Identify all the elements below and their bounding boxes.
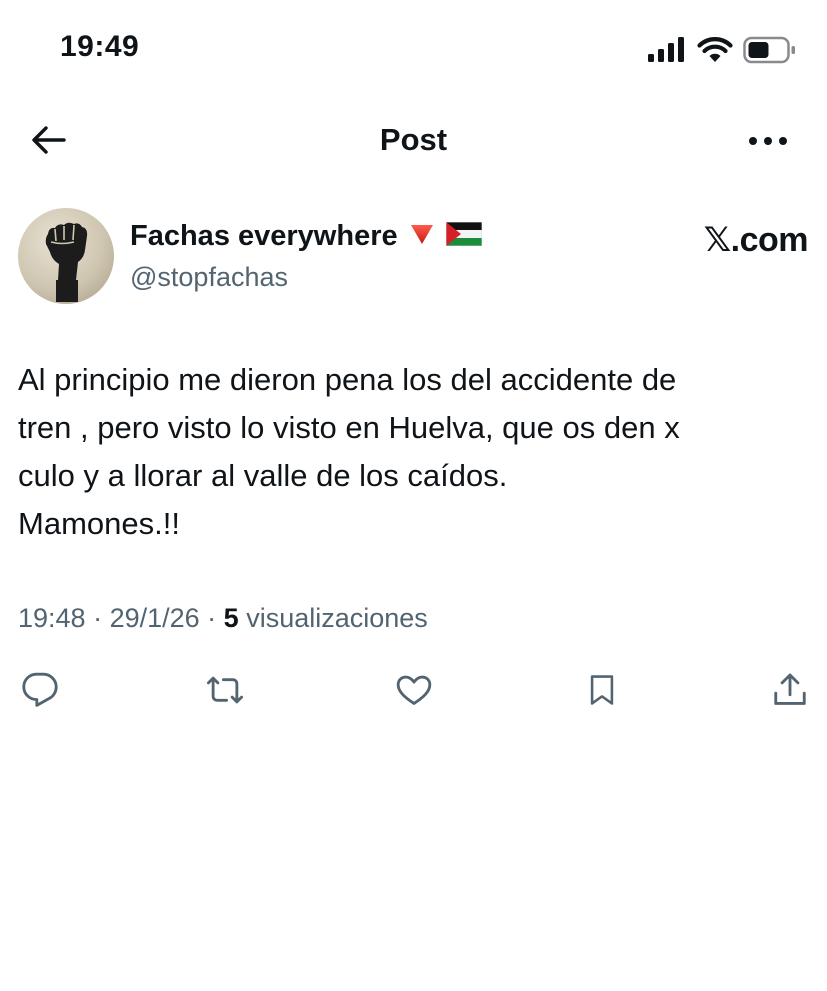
post-author: Fachas everywhere @stopfachas 𝕏 .com <box>18 208 809 308</box>
bookmark-icon <box>585 671 619 714</box>
bookmark-button[interactable] <box>580 670 624 714</box>
raised-fist-icon <box>45 222 88 302</box>
post-date: 29/1/26 <box>109 603 200 633</box>
action-bar <box>0 670 827 716</box>
status-bar: 19:49 <box>0 0 827 100</box>
author-handle[interactable]: @stopfachas <box>130 262 288 293</box>
wifi-icon <box>697 37 733 68</box>
more-horizontal-icon <box>748 133 788 151</box>
palestine-flag-icon <box>445 221 483 251</box>
post-text: Al principio me dieron pena los del acci… <box>18 362 680 541</box>
red-triangle-down-icon <box>410 222 434 251</box>
x-logo-icon: 𝕏 <box>703 221 731 259</box>
author-name-row[interactable]: Fachas everywhere <box>130 220 483 253</box>
meta-separator: · <box>85 603 110 633</box>
post-meta: 19:48 · 29/1/26 · 5 visualizaciones <box>18 603 428 634</box>
views-label: visualizaciones <box>238 603 428 633</box>
battery-icon <box>743 36 797 69</box>
brand-suffix: .com <box>730 220 809 259</box>
share-button[interactable] <box>768 670 812 714</box>
post-time: 19:48 <box>18 603 86 633</box>
repost-icon <box>204 671 246 714</box>
status-time: 19:49 <box>60 30 140 63</box>
meta-separator: · <box>199 603 224 633</box>
x-com-logo: 𝕏 .com <box>703 220 809 260</box>
status-icons <box>647 36 797 69</box>
views-count: 5 <box>223 603 239 633</box>
repost-button[interactable] <box>203 670 247 714</box>
share-icon <box>771 670 809 715</box>
page-title: Post <box>379 122 448 157</box>
signal-icon <box>647 37 687 68</box>
post-screen: 19:49 Post Fachas everywhere @stopfachas… <box>0 0 827 991</box>
reply-button[interactable] <box>18 670 62 714</box>
reply-icon <box>21 671 59 714</box>
more-button[interactable] <box>743 120 793 164</box>
like-icon <box>394 671 434 714</box>
like-button[interactable] <box>392 670 436 714</box>
post-header: Post <box>0 100 827 180</box>
avatar[interactable] <box>18 208 114 304</box>
author-name: Fachas everywhere <box>130 220 398 252</box>
